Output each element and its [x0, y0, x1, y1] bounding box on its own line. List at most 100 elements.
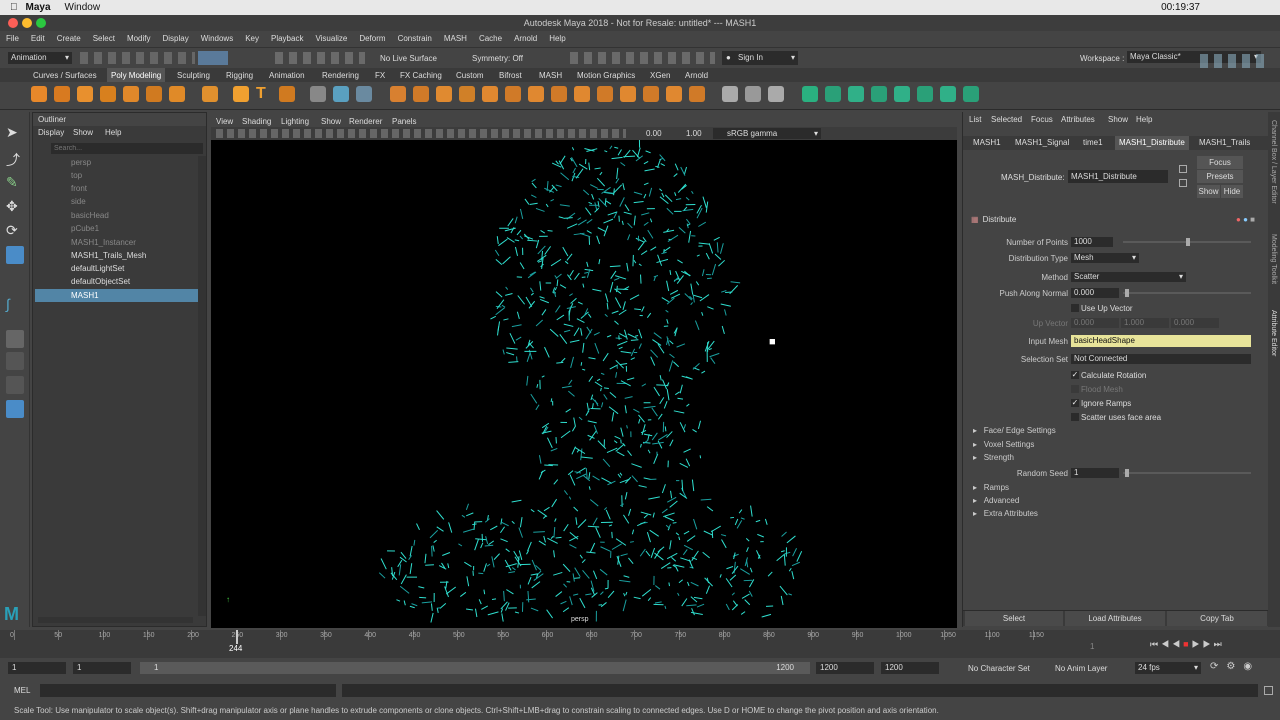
bridge-icon[interactable] — [528, 86, 544, 102]
up-vector-z[interactable]: 0.000 — [1171, 318, 1219, 328]
channel-box-tab[interactable]: Channel Box / Layer Editor — [1270, 120, 1277, 204]
pivot-tool-icon[interactable]: ∫ — [6, 296, 24, 314]
section-extra-attributes[interactable]: ▸ Extra Attributes — [973, 509, 1038, 518]
tab-fx[interactable]: FX — [375, 71, 385, 80]
menuset-dropdown[interactable]: Animation ▾ — [8, 52, 72, 64]
tab-fx-caching[interactable]: FX Caching — [400, 71, 442, 80]
node-toggle-icons[interactable]: ● ● ■ — [1236, 213, 1255, 227]
mel-input[interactable] — [40, 684, 336, 697]
outliner-item-selected[interactable]: MASH1 — [35, 289, 198, 302]
combine-icon[interactable] — [390, 86, 406, 102]
camera-near-value[interactable]: 0.00 — [646, 129, 662, 138]
tab-sculpting[interactable]: Sculpting — [177, 71, 210, 80]
menu-modify[interactable]: Modify — [127, 34, 151, 43]
outliner-item[interactable]: persp — [35, 156, 198, 169]
outliner-show-menu[interactable]: Show — [73, 126, 93, 139]
menu-mash[interactable]: MASH — [444, 34, 467, 43]
menu-display[interactable]: Display — [163, 34, 189, 43]
fps-dropdown[interactable]: 24 fps ▾ — [1135, 662, 1201, 674]
panel-toolbar-icons[interactable] — [216, 129, 626, 138]
tab-motion-graphics[interactable]: Motion Graphics — [577, 71, 635, 80]
ae-attributes-menu[interactable]: Attributes — [1061, 112, 1095, 128]
section-voxel[interactable]: ▸ Voxel Settings — [973, 440, 1034, 449]
fill-hole-icon[interactable] — [597, 86, 613, 102]
vp-view-menu[interactable]: View — [216, 117, 233, 126]
quad-draw-icon[interactable] — [768, 86, 784, 102]
freeze-icon[interactable] — [825, 86, 841, 102]
up-vector-x[interactable]: 0.000 — [1071, 318, 1119, 328]
modeling-toolkit-tab[interactable]: Modeling Toolkit — [1270, 234, 1277, 284]
four-pane-icon[interactable] — [6, 352, 24, 370]
ae-node-name-field[interactable]: MASH1_Distribute — [1068, 170, 1168, 183]
snap-icons[interactable] — [275, 52, 365, 64]
time-slider[interactable]: 0501001502002503003504004505005506006507… — [0, 630, 1280, 658]
character-set-dropdown[interactable]: No Character Set — [968, 664, 1030, 673]
ae-tab[interactable]: MASH1_Signal — [1015, 136, 1069, 150]
transfer-icon[interactable] — [871, 86, 887, 102]
outliner-item[interactable]: defaultLightSet — [35, 262, 198, 275]
mel-label[interactable]: MEL — [14, 686, 30, 695]
ae-hide-button[interactable]: Hide — [1221, 185, 1243, 198]
harden-icon[interactable] — [917, 86, 933, 102]
side-by-side-icon[interactable] — [6, 376, 24, 394]
vp-lighting-menu[interactable]: Lighting — [281, 117, 309, 126]
vp-show-menu[interactable]: Show — [321, 117, 341, 126]
section-ramps[interactable]: ▸ Ramps — [973, 483, 1009, 492]
platonic-icon[interactable] — [202, 86, 218, 102]
ae-help-menu[interactable]: Help — [1136, 112, 1152, 128]
ae-focus-menu[interactable]: Focus — [1031, 112, 1053, 128]
single-pane-icon[interactable] — [6, 330, 24, 348]
live-surface[interactable]: No Live Surface — [380, 54, 437, 63]
tab-xgen[interactable]: XGen — [650, 71, 670, 80]
ae-tab-active[interactable]: MASH1_Distribute — [1115, 136, 1189, 150]
vp-shading-menu[interactable]: Shading — [242, 117, 271, 126]
menu-playback[interactable]: Playback — [271, 34, 303, 43]
tab-rendering[interactable]: Rendering — [322, 71, 359, 80]
symmetry[interactable]: Symmetry: Off — [472, 54, 523, 63]
anim-layer-dropdown[interactable]: No Anim Layer — [1055, 664, 1107, 673]
center-pivot-icon[interactable] — [848, 86, 864, 102]
reduce-icon[interactable] — [459, 86, 475, 102]
selection-mode-icons[interactable] — [198, 51, 228, 65]
rotate-tool-icon[interactable]: ⟳ — [6, 222, 24, 240]
merge-icon[interactable] — [643, 86, 659, 102]
outliner-layout-icon[interactable] — [6, 400, 24, 418]
ae-output-connection-icon[interactable] — [1179, 179, 1187, 187]
edge-loop-icon[interactable] — [745, 86, 761, 102]
menu-deform[interactable]: Deform — [359, 34, 385, 43]
render-icons[interactable] — [570, 52, 715, 64]
collapse-icon[interactable] — [666, 86, 682, 102]
booleans-icon[interactable] — [482, 86, 498, 102]
outliner-help-menu[interactable]: Help — [105, 126, 121, 139]
outliner-item[interactable]: basicHead — [35, 209, 198, 222]
loop-prefs-icons[interactable]: ⟳⚙◉ — [1210, 661, 1270, 673]
tab-curves[interactable]: Curves / Surfaces — [33, 71, 97, 80]
scatter-face-area-checkbox[interactable] — [1071, 413, 1079, 421]
measure-icon[interactable] — [310, 86, 326, 102]
clock[interactable]: 00:19:37 — [1161, 2, 1200, 13]
menu-windows[interactable]: Windows — [201, 34, 233, 43]
delete-history-icon[interactable] — [802, 86, 818, 102]
section-advanced[interactable]: ▸ Advanced — [973, 496, 1019, 505]
menu-help[interactable]: Help — [549, 34, 565, 43]
menu-file[interactable]: File — [6, 34, 19, 43]
outliner-item[interactable]: MASH1_Instancer — [35, 236, 198, 249]
viewport-3d[interactable]: ↑ persp ■ — [211, 140, 957, 628]
ae-distribute-header[interactable]: ▦ Distribute ● ● ■ — [971, 213, 1263, 227]
smooth-icon[interactable] — [436, 86, 452, 102]
method-dropdown[interactable]: Scatter ▾ — [1071, 272, 1186, 282]
normals-icon[interactable] — [940, 86, 956, 102]
menu-create[interactable]: Create — [57, 34, 81, 43]
window-menu[interactable]: Window — [65, 2, 101, 13]
script-editor-icon[interactable] — [1264, 686, 1273, 695]
ae-tab[interactable]: time1 — [1083, 136, 1103, 150]
ignore-ramps-checkbox[interactable]: ✓ — [1071, 399, 1079, 407]
ae-show-button[interactable]: Show — [1197, 185, 1220, 198]
section-strength[interactable]: ▸ Strength — [973, 453, 1014, 462]
current-time-marker[interactable] — [236, 630, 238, 644]
select-tool-icon[interactable]: ➤ — [6, 124, 24, 142]
playback-end-field[interactable]: 1200 — [816, 662, 874, 674]
outliner-item[interactable]: front — [35, 182, 198, 195]
ae-selected-menu[interactable]: Selected — [991, 112, 1022, 128]
menu-constrain[interactable]: Constrain — [398, 34, 432, 43]
